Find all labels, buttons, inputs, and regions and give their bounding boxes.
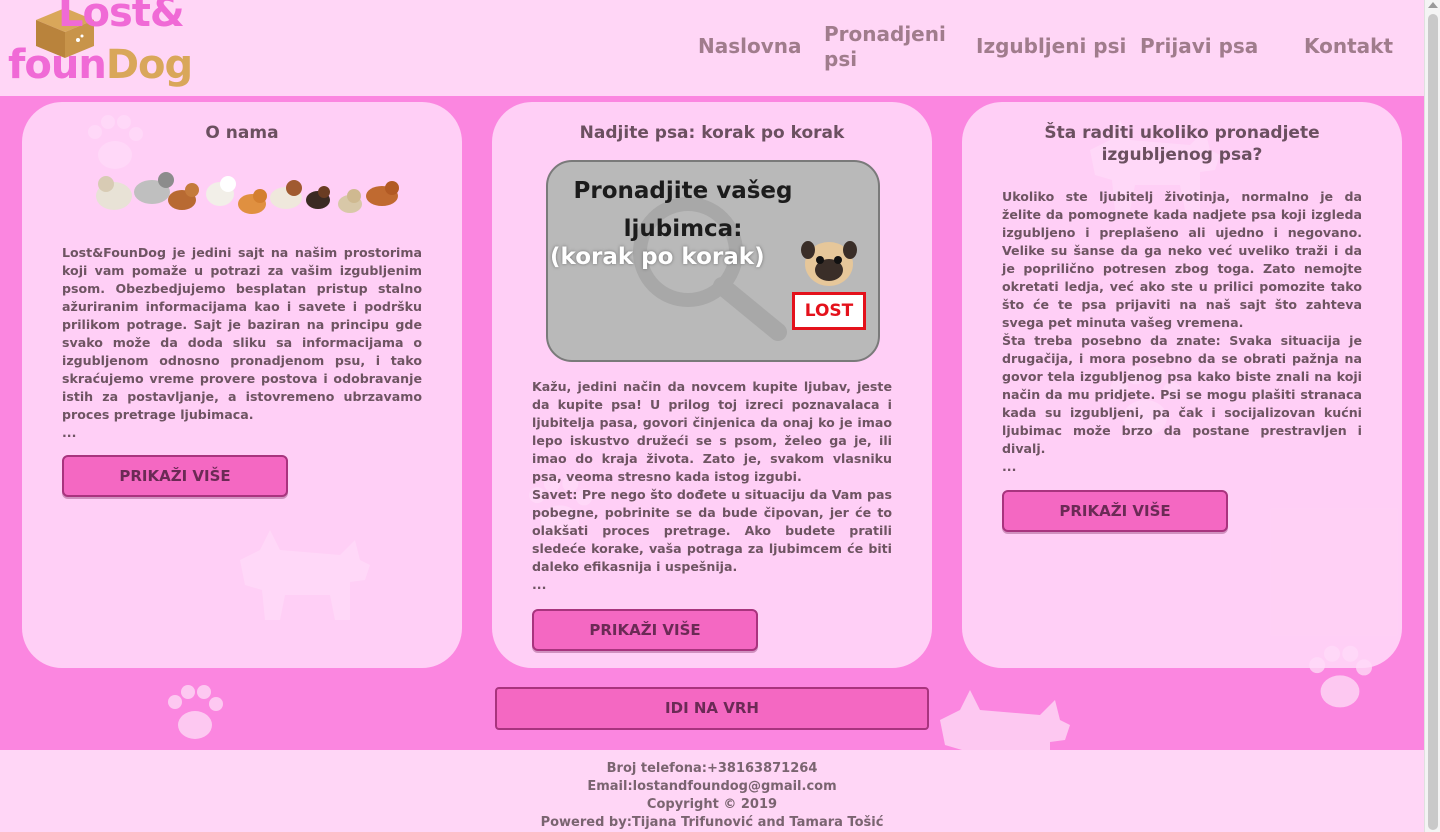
nav-item-pronadjeni-psi[interactable]: Pronadjeni psi xyxy=(824,22,954,72)
nav-item-naslovna[interactable]: Naslovna xyxy=(698,34,802,59)
card-found-title: Šta raditi ukoliko pronadjete izgubljeno… xyxy=(1044,123,1320,165)
card-steps-ellipsis: ... xyxy=(532,577,547,592)
show-more-button[interactable]: PRIKAŽI VIŠE xyxy=(532,609,758,651)
card-found: Šta raditi ukoliko pronadjete izgubljeno… xyxy=(962,102,1402,668)
footer-email[interactable]: Email:lostandfoundog@gmail.com xyxy=(0,778,1424,796)
paw-print-icon xyxy=(168,685,223,739)
footer-credits: Powered by:Tijana Trifunović and Tamara … xyxy=(540,815,884,830)
card-steps: Nadjite psa: korak po korak Pronadjite v… xyxy=(492,102,932,668)
card-steps-title: Nadjite psa: korak po korak xyxy=(579,123,845,143)
scroll-up-arrow-icon[interactable] xyxy=(1428,2,1438,8)
card-about-title: O nama xyxy=(205,123,279,143)
footer-copyright: Copyright © 2019 xyxy=(646,797,778,812)
footer-phone: Broj telefona:+38163871264 xyxy=(606,761,818,776)
card-steps-text: Kažu, jedini način da novcem kupite ljub… xyxy=(532,379,892,484)
find-pet-steps-image: Pronadjite vašeg ljubimca: (korak po kor… xyxy=(546,160,880,362)
card-steps-tip: Savet: Pre nego što dođete u situaciju d… xyxy=(532,487,892,574)
card-about-ellipsis: ... xyxy=(62,425,77,440)
card-found-text: Ukoliko ste ljubitelj životinja, normaln… xyxy=(1002,189,1362,330)
show-more-button[interactable]: PRIKAŽI VIŠE xyxy=(62,455,288,497)
card-about-text: Lost&FounDog je jedini sajt na našim pro… xyxy=(62,245,422,422)
scrollbar-thumb[interactable] xyxy=(1428,14,1438,830)
pug-icon xyxy=(801,241,857,286)
main-nav: Naslovna Pronadjeni psi Izgubljeni psi P… xyxy=(0,22,1424,78)
site-header: Lost& founDog Naslovna Pronadjeni psi Iz… xyxy=(0,0,1424,96)
card-about: O nama Lost&FounDog je jedini sajt na na… xyxy=(22,102,462,668)
back-to-top-button[interactable]: IDI NA VRH xyxy=(495,687,929,730)
image-heading: Pronadjite vašeg ljubimca: xyxy=(573,178,793,242)
card-found-tip: Šta treba posebno da znate: Svaka situac… xyxy=(1002,333,1362,456)
nav-item-kontakt[interactable]: Kontakt xyxy=(1304,34,1393,59)
image-subheading: (korak po korak) xyxy=(550,244,765,270)
nav-item-prijavi-psa[interactable]: Prijavi psa xyxy=(1140,34,1258,59)
site-footer: Broj telefona:+38163871264 Email:lostand… xyxy=(0,750,1424,832)
show-more-button[interactable]: PRIKAŽI VIŠE xyxy=(1002,490,1228,532)
card-found-ellipsis: ... xyxy=(1002,459,1017,474)
lost-badge: LOST xyxy=(792,292,866,330)
nav-item-izgubljeni-psi[interactable]: Izgubljeni psi xyxy=(976,34,1126,59)
vertical-scrollbar[interactable] xyxy=(1424,0,1440,832)
dogs-row-illustration xyxy=(96,172,399,214)
